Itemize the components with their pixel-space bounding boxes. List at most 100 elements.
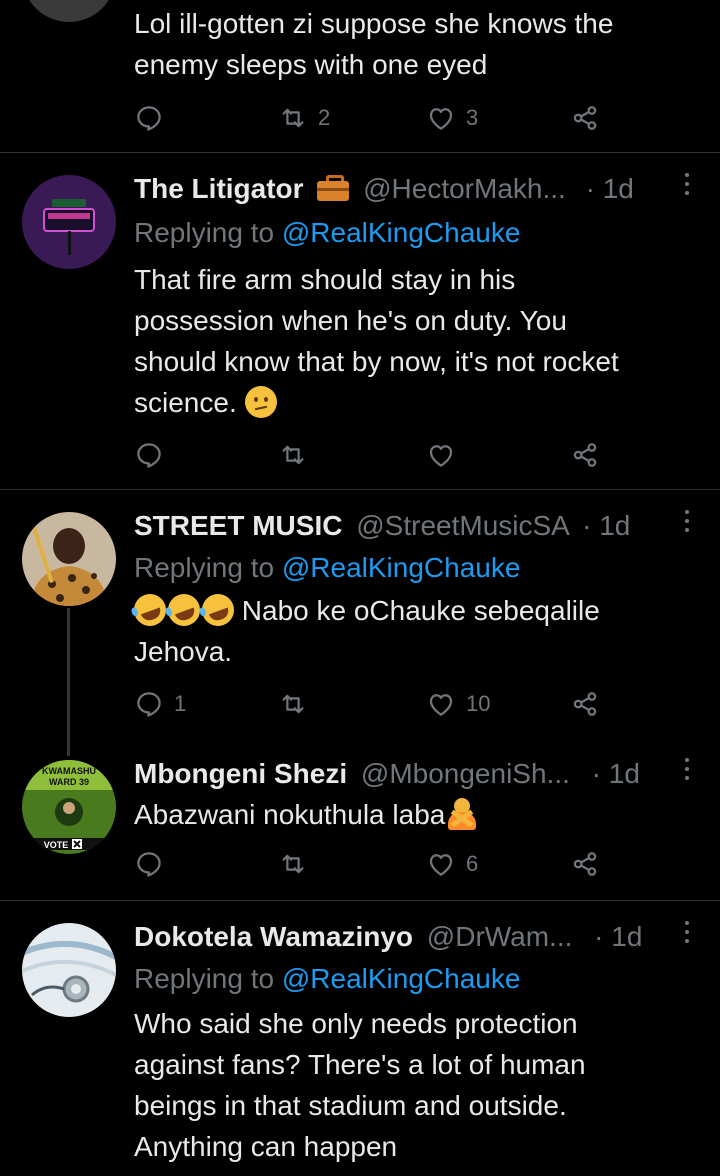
tweet-text: Abazwani nokuthula laba xyxy=(134,794,694,835)
like-count: 6 xyxy=(466,851,479,876)
tweet-header: STREET MUSIC @StreetMusicSA · 1d xyxy=(134,510,720,550)
replying-to-label: Replying to xyxy=(134,217,282,248)
tweet-text-line: Who said she only needs protection xyxy=(134,1008,578,1039)
tweet-actions: 6 xyxy=(134,844,614,884)
retweet-button[interactable]: 2 xyxy=(278,98,330,138)
briefcase-icon xyxy=(317,175,350,201)
user-handle[interactable]: @HectorMakh... xyxy=(363,173,566,204)
display-name[interactable]: Mbongeni Shezi xyxy=(134,758,347,789)
share-icon xyxy=(570,103,600,133)
share-button[interactable] xyxy=(570,684,600,724)
more-options-icon[interactable] xyxy=(682,173,692,199)
avatar[interactable] xyxy=(22,0,116,22)
share-icon xyxy=(570,689,600,719)
avatar[interactable] xyxy=(22,923,116,1017)
reply-button[interactable] xyxy=(134,435,174,475)
avatar-text-bottom: VOTE xyxy=(44,840,69,850)
reply-icon xyxy=(134,103,164,133)
like-button[interactable]: 6 xyxy=(426,844,478,884)
timestamp[interactable]: 1d xyxy=(603,173,634,204)
retweet-icon xyxy=(278,103,308,133)
tweet-text-line: That fire arm should stay in his xyxy=(134,264,516,295)
more-options-icon[interactable] xyxy=(682,921,692,947)
separator-dot: · xyxy=(582,510,592,541)
like-button[interactable]: 10 xyxy=(426,684,490,724)
tweet[interactable]: KWAMASHU WARD 39 VOTE Mbongeni Shezi @Mb… xyxy=(0,738,720,900)
reply-icon xyxy=(134,440,164,470)
tweet-text-line: should know that by now, it's not rocket xyxy=(134,346,619,377)
replying-to-label: Replying to xyxy=(134,552,282,583)
avatar-text-mid: WARD 39 xyxy=(49,777,89,787)
tweet-text: Nabo ke oChauke sebeqalile Jehova. xyxy=(129,589,694,672)
retweet-button[interactable] xyxy=(278,435,318,475)
avatar[interactable] xyxy=(22,512,116,606)
more-options-icon[interactable] xyxy=(682,510,692,536)
share-button[interactable] xyxy=(570,844,600,884)
tweet-text-line: enemy sleeps with one eyed xyxy=(134,49,488,80)
tweet-text-line: Abazwani nokuthula laba xyxy=(134,799,446,830)
mention-link[interactable]: @RealKingChauke xyxy=(282,552,521,583)
reply-count: 1 xyxy=(174,691,187,716)
replying-to-label: Replying to xyxy=(134,963,282,994)
display-name[interactable]: STREET MUSIC xyxy=(134,510,342,541)
confused-face-emoji xyxy=(244,386,277,418)
avatar-image: KWAMASHU WARD 39 VOTE xyxy=(22,760,116,854)
display-name[interactable]: Dokotela Wamazinyo xyxy=(134,921,413,952)
tweet-header: The Litigator @HectorMakh... · 1d xyxy=(134,173,720,213)
avatar-image xyxy=(22,512,116,606)
tweet[interactable]: Lol ill-gotten zi suppose she knows the … xyxy=(0,0,720,152)
avatar[interactable] xyxy=(22,175,116,269)
tweet-text-line: Anything can happen xyxy=(134,1131,398,1162)
retweet-icon xyxy=(278,849,308,879)
user-handle[interactable]: @MbongeniSh... xyxy=(361,758,570,789)
mention-link[interactable]: @RealKingChauke xyxy=(282,963,521,994)
reply-button[interactable] xyxy=(134,98,174,138)
tweet[interactable]: STREET MUSIC @StreetMusicSA · 1d Replyin… xyxy=(0,490,720,738)
like-icon xyxy=(426,689,456,719)
share-icon xyxy=(570,440,600,470)
tweet-text-line: against fans? There's a lot of human xyxy=(134,1049,586,1080)
tweet[interactable]: Dokotela Wamazinyo @DrWam... · 1d Replyi… xyxy=(0,901,720,1176)
share-button[interactable] xyxy=(570,435,600,475)
like-icon xyxy=(426,849,456,879)
retweet-count: 2 xyxy=(318,105,331,130)
tweet-actions: 2 3 xyxy=(134,98,614,138)
tweet-text: That fire arm should stay in his possess… xyxy=(134,259,694,423)
retweet-button[interactable] xyxy=(278,684,318,724)
user-handle[interactable]: @DrWam... xyxy=(427,921,573,952)
tweet[interactable]: The Litigator @HectorMakh... · 1d Replyi… xyxy=(0,153,720,489)
tweet-text-line: possession when he's on duty. You xyxy=(134,305,567,336)
like-icon xyxy=(426,103,456,133)
like-button[interactable]: 3 xyxy=(426,98,478,138)
separator-dot: · xyxy=(594,921,604,952)
separator-dot: · xyxy=(585,173,595,204)
tweet-header: Mbongeni Shezi @MbongeniSh... · 1d xyxy=(134,758,720,798)
reply-button[interactable]: 1 xyxy=(134,684,186,724)
retweet-button[interactable] xyxy=(278,844,318,884)
replying-to: Replying to @RealKingChauke xyxy=(134,217,520,249)
tweet-text-line: science. xyxy=(134,387,245,418)
user-handle[interactable]: @StreetMusicSA xyxy=(356,510,568,541)
tweet-text-line: Jehova. xyxy=(134,636,233,667)
timestamp[interactable]: 1d xyxy=(611,921,642,952)
tweet-text-line: Nabo ke oChauke sebeqalile xyxy=(234,595,600,626)
person-gesturing-no-emoji xyxy=(445,798,479,830)
like-button[interactable] xyxy=(426,435,466,475)
like-count: 3 xyxy=(466,105,479,130)
reply-icon xyxy=(134,849,164,879)
share-button[interactable] xyxy=(570,98,600,138)
more-options-icon[interactable] xyxy=(682,758,692,784)
avatar[interactable]: KWAMASHU WARD 39 VOTE xyxy=(22,760,116,854)
tweet-text-line: beings in that stadium and outside. xyxy=(134,1090,567,1121)
timestamp[interactable]: 1d xyxy=(609,758,640,789)
reply-icon xyxy=(134,689,164,719)
avatar-text-top: KWAMASHU xyxy=(42,766,96,776)
avatar-image xyxy=(22,175,116,269)
mention-link[interactable]: @RealKingChauke xyxy=(282,217,521,248)
reply-button[interactable] xyxy=(134,844,174,884)
share-icon xyxy=(570,849,600,879)
timestamp[interactable]: 1d xyxy=(599,510,630,541)
like-icon xyxy=(426,440,456,470)
display-name[interactable]: The Litigator xyxy=(134,173,304,204)
tweet-text: Lol ill-gotten zi suppose she knows the … xyxy=(134,3,694,85)
